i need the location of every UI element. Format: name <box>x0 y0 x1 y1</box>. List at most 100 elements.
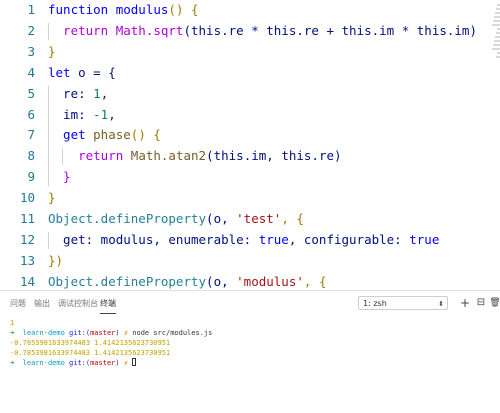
code-token: Object.defineProperty <box>48 273 207 289</box>
code-text: } <box>48 42 56 62</box>
terminal-select-value: 1: zsh <box>363 299 387 308</box>
panel-tab[interactable]: 调试控制台 <box>58 298 98 310</box>
line-number: 8 <box>27 148 35 164</box>
code-token: } <box>48 43 56 59</box>
code-token: o = { <box>78 64 116 80</box>
indent-guide <box>48 22 49 40</box>
terminal-line: 1 <box>10 318 14 328</box>
terminal-token: 1 <box>10 319 15 327</box>
terminal-token: master <box>90 359 116 367</box>
line-number: 11 <box>19 211 35 226</box>
line-number: 10 <box>19 190 35 206</box>
code-line[interactable]: 4 let o = { <box>0 63 500 83</box>
code-token: , <box>100 85 109 101</box>
code-token: return <box>48 148 131 164</box>
code-token: , configurable: <box>288 231 410 247</box>
code-line[interactable]: 6 im: -1, <box>0 105 500 125</box>
minimap-mark <box>492 24 500 26</box>
code-line[interactable]: 10} <box>0 188 500 208</box>
code-token: (o, <box>206 211 237 226</box>
code-token: get: modulus, enumerable: <box>48 231 259 247</box>
minimap-mark <box>492 48 500 50</box>
split-terminal-icon[interactable]: ⊟ <box>474 296 488 310</box>
code-line[interactable]: 5 re: 1, <box>0 84 500 104</box>
minimap-mark <box>496 56 500 58</box>
minimap-mark <box>493 20 500 22</box>
terminal-token: master <box>90 329 116 337</box>
line-number: 9 <box>27 169 35 185</box>
code-token: get <box>48 127 94 143</box>
minimap-mark <box>495 36 500 38</box>
code-token: true <box>258 231 289 247</box>
line-number: 5 <box>27 85 35 101</box>
code-token: } <box>48 169 71 185</box>
panel-tab[interactable]: 终端 <box>100 298 116 314</box>
add-terminal-icon[interactable]: + <box>458 296 472 310</box>
line-number: 1 <box>27 2 35 17</box>
line-number: 4 <box>27 64 35 80</box>
line-number: 7 <box>27 127 35 143</box>
code-line[interactable]: 8 return Math.atan2(this.im, this.re) <box>0 146 500 166</box>
code-token: function modulus <box>48 2 169 17</box>
code-line[interactable]: 2 return Math.sqrt(this.re * this.re + t… <box>0 21 500 41</box>
minimap-mark <box>493 44 500 46</box>
code-token: im: <box>48 106 94 122</box>
code-line[interactable]: 1 function modulus() { <box>0 0 500 20</box>
terminal-token: git:( <box>69 359 91 367</box>
code-text: get: modulus, enumerable: true, configur… <box>48 230 439 250</box>
code-text: return Math.atan2(this.im, this.re) <box>48 146 342 166</box>
code-token: (o, <box>206 273 237 289</box>
terminal-token: -0.7853981633974483 1.4142135623730951 <box>10 339 171 347</box>
code-token: (this.im, this.re) <box>206 148 342 164</box>
minimap-mark <box>494 16 500 18</box>
minimap-mark <box>496 32 500 34</box>
code-editor[interactable]: 1 function modulus() {2 return Math.sqrt(… <box>0 0 500 290</box>
indent-guide <box>48 85 49 187</box>
code-token: () { <box>130 127 161 143</box>
code-token: (this.re * this.re + this.im * this.im) <box>183 22 477 38</box>
code-text: return Math.sqrt(this.re * this.re + thi… <box>48 21 477 41</box>
terminal-token: learn-demo <box>22 359 70 367</box>
code-token: , <box>108 106 116 122</box>
code-text: Object.defineProperty(o, 'modulus', { <box>48 272 326 290</box>
code-line[interactable]: 12 get: modulus, enumerable: true, confi… <box>0 230 500 250</box>
indent-guide <box>62 148 63 166</box>
minimap-mark <box>495 12 500 14</box>
code-line[interactable]: 7 get phase() { <box>0 125 500 145</box>
code-token: re: <box>48 85 94 101</box>
code-token: Math.atan2 <box>130 148 207 164</box>
code-text: }) <box>48 251 63 271</box>
terminal-cursor <box>132 358 137 366</box>
code-text: re: 1, <box>48 84 108 104</box>
code-line[interactable]: 3} <box>0 42 500 62</box>
code-line[interactable]: 13}) <box>0 251 500 271</box>
chevron-down-icon: ⬍ <box>438 300 444 308</box>
terminal-token: -0.7853981633974483 1.4142135623730951 <box>10 349 171 357</box>
code-line[interactable]: 14 Object.defineProperty(o, 'modulus', { <box>0 272 500 290</box>
terminal-line: -0.7853981633974483 1.4142135623730951 <box>10 348 170 358</box>
terminal-line: ➜ learn-demo git:(master) ✗ node src/mod… <box>10 328 212 338</box>
code-text: function modulus() { <box>48 0 199 20</box>
code-token: let <box>48 64 79 80</box>
code-text: } <box>48 188 56 208</box>
code-text: } <box>48 167 71 187</box>
terminal-token: ➜ <box>10 359 23 367</box>
panel-tab[interactable]: 问题 <box>10 298 26 310</box>
code-token: phase <box>93 127 131 143</box>
code-token: 'modulus' <box>236 273 304 289</box>
code-text: let o = { <box>48 63 116 83</box>
code-token: -1 <box>93 106 109 122</box>
code-token: Object.defineProperty <box>48 211 207 226</box>
trash-icon[interactable]: 🗑 <box>488 296 500 310</box>
terminal-line: ➜ learn-demo git:(master) ✗ <box>10 358 137 368</box>
code-text: get phase() { <box>48 125 161 145</box>
panel-tab[interactable]: 输出 <box>34 298 50 310</box>
line-number: 3 <box>27 43 35 59</box>
terminal-token: ✗ <box>119 359 133 367</box>
code-line[interactable]: 11 Object.defineProperty(o, 'test', { <box>0 209 500 229</box>
code-line[interactable]: 9 } <box>0 167 500 187</box>
code-text: Object.defineProperty(o, 'test', { <box>48 209 304 229</box>
terminal-line: -0.7853981633974483 1.4142135623730951 <box>10 338 170 348</box>
line-number: 13 <box>19 252 35 268</box>
terminal-select[interactable]: 1: zsh ⬍ <box>358 296 448 310</box>
